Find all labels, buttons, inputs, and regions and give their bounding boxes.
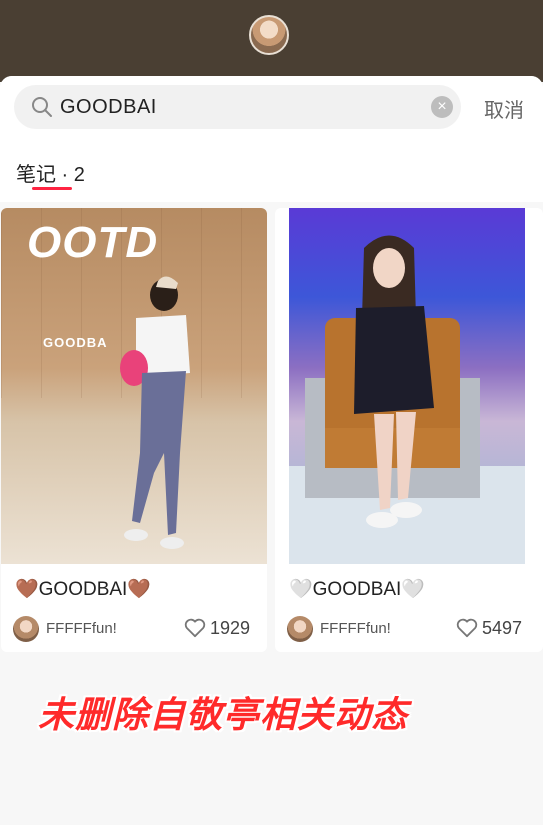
heart-icon[interactable]	[456, 618, 478, 638]
cover-wall-text: GOODBA	[43, 335, 108, 350]
person-figure	[354, 235, 434, 528]
author-avatar[interactable]	[287, 616, 313, 642]
author-avatar[interactable]	[13, 616, 39, 642]
like-count: 1929	[210, 618, 251, 638]
tab-notes[interactable]: 笔记 · 2	[16, 158, 85, 187]
clear-icon[interactable]: ×	[431, 96, 453, 118]
active-tab-indicator	[32, 187, 72, 190]
author-name[interactable]: FFFFFfun!	[46, 620, 117, 637]
note-title[interactable]: 🤍GOODBAI🤍	[289, 577, 425, 601]
cover-overlay-text: OOTD	[27, 218, 159, 267]
cancel-button[interactable]: 取消	[484, 94, 524, 123]
search-input[interactable]: GOODBAI ×	[14, 85, 461, 129]
note-cover-image[interactable]: OOTD GOODBA	[1, 208, 267, 564]
like-count: 5497	[482, 618, 523, 638]
note-cover-image[interactable]	[275, 208, 543, 564]
search-query[interactable]: GOODBAI	[60, 96, 157, 119]
person-figure	[120, 276, 190, 549]
search-icon	[32, 97, 52, 117]
note-title[interactable]: 🤎GOODBAI🤎	[15, 577, 151, 601]
profile-avatar[interactable]	[249, 15, 289, 55]
result-tabs: 笔记 · 2	[0, 140, 543, 202]
heart-icon[interactable]	[184, 618, 206, 638]
top-header-bar	[0, 0, 543, 82]
author-name[interactable]: FFFFFfun!	[320, 620, 391, 637]
search-row: GOODBAI × 取消	[0, 76, 543, 140]
caption-overlay: 未删除自敬亭相关动态	[38, 694, 409, 735]
note-card[interactable]: OOTD GOODBA 🤎GOODBAI🤎 FFFFFfun! 1929	[1, 208, 267, 652]
note-card[interactable]: 🤍GOODBAI🤍 FFFFFfun! 5497	[275, 208, 543, 652]
